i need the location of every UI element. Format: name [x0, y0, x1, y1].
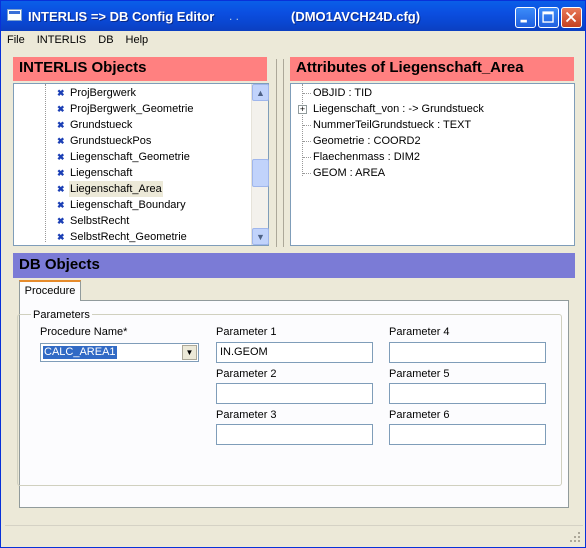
parameter-1-label: Parameter 1 — [216, 326, 277, 338]
class-icon — [57, 105, 66, 114]
parameter-1-input[interactable]: IN.GEOM — [216, 342, 373, 363]
class-icon — [57, 121, 66, 130]
window-title-file: (DMO1AVCH24D.cfg) — [291, 9, 421, 24]
close-icon — [565, 11, 577, 23]
class-icon — [57, 233, 66, 242]
parameter-3-input[interactable] — [216, 424, 373, 445]
menu-interlis[interactable]: INTERLIS — [31, 31, 93, 51]
tree-guide-line — [45, 84, 46, 242]
main-window: INTERLIS => DB Config Editor . . (DMO1AV… — [0, 0, 586, 548]
panel-splitter[interactable] — [276, 59, 284, 247]
tab-procedure[interactable]: Procedure — [19, 280, 81, 301]
menu-bar: File INTERLIS DB Help — [1, 31, 585, 51]
menu-db[interactable]: DB — [92, 31, 119, 51]
maximize-button[interactable] — [538, 7, 559, 28]
chevron-down-icon: ▼ — [185, 348, 194, 357]
parameter-5-input[interactable] — [389, 383, 546, 404]
minimize-button[interactable] — [515, 7, 536, 28]
class-icon — [57, 169, 66, 178]
minimize-icon — [520, 19, 527, 23]
parameters-group-label: Parameters — [31, 309, 92, 321]
procedure-name-combo[interactable]: CALC_AREA1 ▼ — [40, 343, 199, 362]
vertical-scrollbar[interactable]: ▲ ▼ — [251, 84, 269, 245]
attributes-tree[interactable]: OBJID : TID + Liegenschaft_von : -> Grun… — [290, 83, 575, 246]
maximize-icon — [542, 11, 554, 23]
tree-item-label: Liegenschaft — [70, 167, 133, 179]
attribute-label: NummerTeilGrundstueck : TEXT — [313, 119, 472, 131]
status-bar — [5, 525, 583, 545]
class-icon — [57, 201, 66, 210]
class-icon — [57, 89, 66, 98]
tree-guide-line — [302, 84, 303, 176]
parameter-2-input[interactable] — [216, 383, 373, 404]
interlis-objects-header: INTERLIS Objects — [13, 57, 267, 81]
menu-help[interactable]: Help — [120, 31, 155, 51]
class-icon — [57, 185, 66, 194]
window-title-dots: . . — [229, 9, 240, 23]
window-title: INTERLIS => DB Config Editor — [28, 9, 215, 24]
menu-file[interactable]: File — [1, 31, 31, 51]
class-icon — [57, 153, 66, 162]
parameter-2-label: Parameter 2 — [216, 368, 277, 380]
procedure-name-label: Procedure Name* — [40, 326, 128, 338]
attribute-label: Geometrie : COORD2 — [313, 135, 421, 147]
class-icon — [57, 217, 66, 226]
scroll-thumb[interactable] — [252, 159, 269, 187]
parameter-3-label: Parameter 3 — [216, 409, 277, 421]
resize-grip-icon[interactable] — [569, 531, 581, 543]
tree-item-label: Liegenschaft_Geometrie — [70, 151, 190, 163]
tree-item-label: SelbstRecht_Geometrie — [70, 231, 187, 243]
scroll-down-icon: ▼ — [256, 232, 265, 242]
parameter-4-input[interactable] — [389, 342, 546, 363]
tree-item-label: GrundstueckPos — [70, 135, 152, 147]
procedure-name-value: CALC_AREA1 — [43, 346, 117, 359]
tree-item-label: SelbstRecht — [70, 215, 130, 227]
tree-item-label: ProjBergwerk — [70, 87, 137, 99]
parameter-4-label: Parameter 4 — [389, 326, 450, 338]
app-icon — [7, 9, 22, 21]
attributes-header: Attributes of Liegenschaft_Area — [290, 57, 574, 81]
parameter-5-label: Parameter 5 — [389, 368, 450, 380]
scroll-up-icon: ▲ — [256, 88, 265, 98]
tree-item-label: Grundstueck — [70, 119, 133, 131]
parameter-6-label: Parameter 6 — [389, 409, 450, 421]
interlis-objects-tree[interactable]: ProjBergwerk ProjBergwerk_Geometrie Grun… — [13, 83, 269, 246]
tree-item-label: Liegenschaft_Area — [69, 181, 163, 197]
class-icon — [57, 137, 66, 146]
tree-item-label: ProjBergwerk_Geometrie — [70, 103, 194, 115]
scroll-down-button[interactable]: ▼ — [252, 228, 269, 245]
attribute-label: Flaechenmass : DIM2 — [313, 151, 420, 163]
attribute-label: GEOM : AREA — [313, 167, 386, 179]
attribute-label: OBJID : TID — [313, 87, 373, 99]
close-button[interactable] — [561, 7, 582, 28]
db-objects-header: DB Objects — [13, 253, 575, 278]
combo-dropdown-button[interactable]: ▼ — [182, 345, 197, 360]
title-bar[interactable]: INTERLIS => DB Config Editor . . (DMO1AV… — [1, 1, 585, 31]
tree-item-label: Liegenschaft_Boundary — [70, 199, 186, 211]
attribute-label: Liegenschaft_von : -> Grundstueck — [313, 103, 484, 115]
scroll-up-button[interactable]: ▲ — [252, 84, 269, 101]
expand-icon[interactable]: + — [298, 105, 307, 114]
parameter-6-input[interactable] — [389, 424, 546, 445]
